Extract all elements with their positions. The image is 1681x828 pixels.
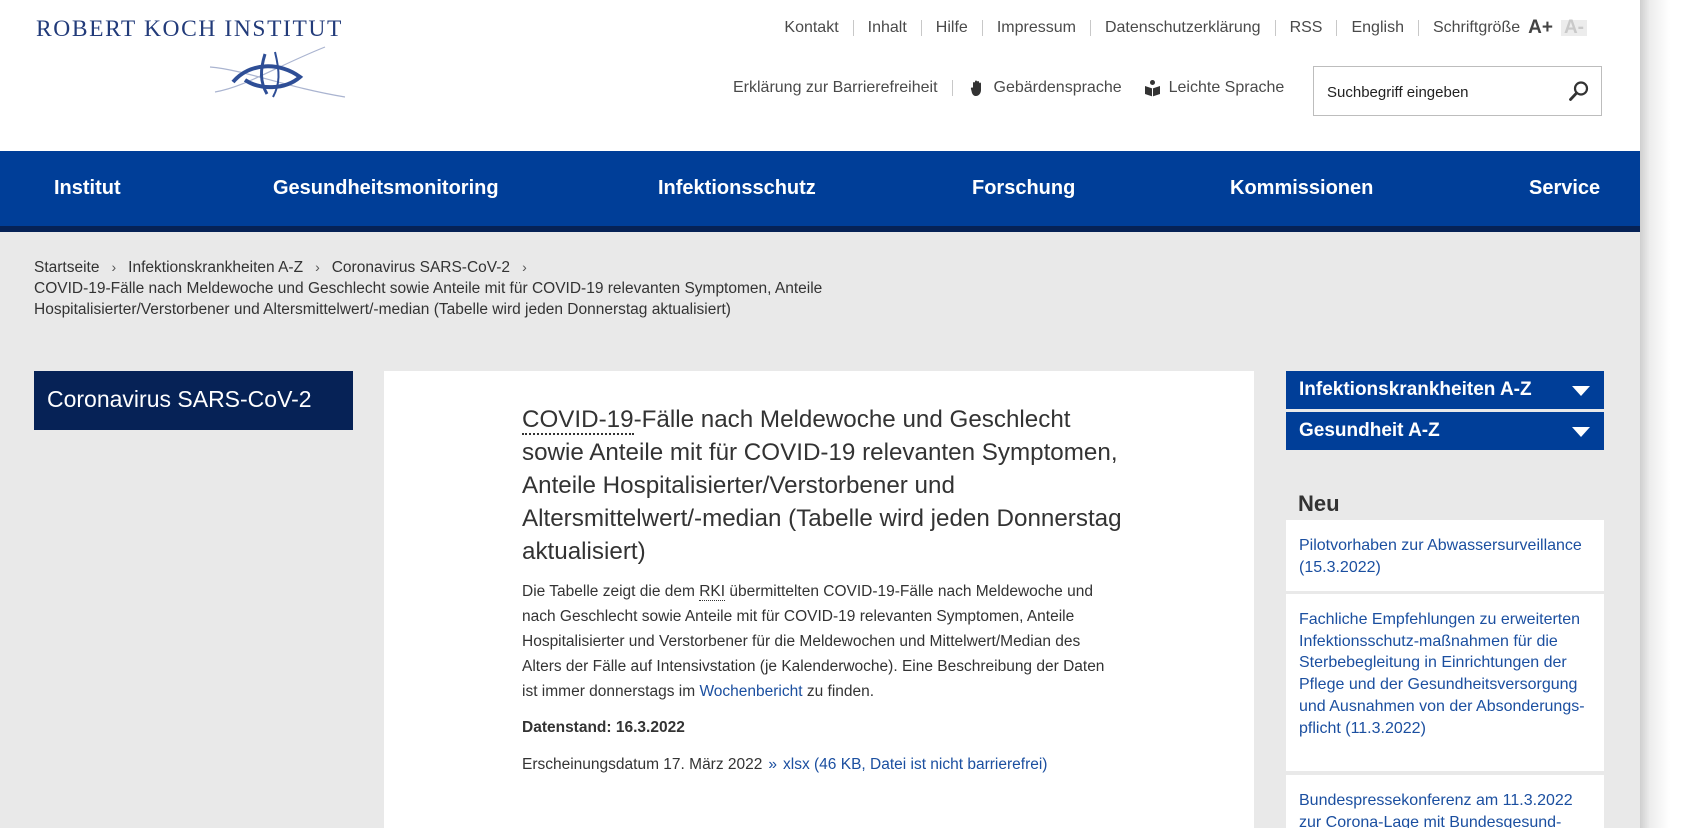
nav-gesundheitsmonitoring[interactable]: Gesundheitsmonitoring [273,177,499,200]
meta-nav-kontakt[interactable]: Kontakt [770,20,852,36]
accordion-label: Gesundheit A-Z [1299,420,1440,441]
font-size-label: Schriftgröße [1432,19,1521,36]
breadcrumb-current: COVID-19-Fälle nach Meldewoche und Gesch… [34,280,823,318]
meta-nav-hilfe[interactable]: Hilfe [920,20,982,36]
wochenbericht-link[interactable]: Wochenbericht [699,683,802,700]
separator [951,80,953,96]
meta-nav-rss[interactable]: RSS [1274,20,1337,36]
breadcrumb-startseite[interactable]: Startseite [34,257,99,278]
gebaerdensprache-link[interactable]: Gebärdensprache [969,79,1122,97]
meta-nav-inhalt[interactable]: Inhalt [852,20,921,36]
publication-date: Erscheinungsdatum 17. März 2022 [522,756,763,773]
search-input[interactable] [1327,82,1557,102]
rki-logo[interactable]: ROBERT KOCH INSTITUT [36,16,343,43]
accordion-infektionskrankheiten[interactable]: Infektionskrankheiten A-Z [1286,371,1604,409]
font-increase-button[interactable]: A+ [1528,18,1553,37]
header: ROBERT KOCH INSTITUT Kontakt Inhalt Hilf… [0,0,1640,151]
double-arrow-icon: » [768,756,778,773]
news-item[interactable]: Bundespressekonferenz am 11.3.2022 zur C… [1286,775,1604,828]
breadcrumb: Startseite › Infektionskrankheiten A-Z ›… [34,257,914,320]
main-content: COVID-19-Fälle nach Meldewoche und Gesch… [384,371,1254,828]
nav-infektionsschutz[interactable]: Infektionsschutz [658,177,816,200]
rki-abbr: RKI [699,583,726,601]
caret-down-icon [1572,386,1590,396]
article-text-part: Die Tabelle zeigt die dem [522,583,700,600]
sign-language-hand-icon [970,80,981,96]
news-item[interactable]: Pilotvorhaben zur Abwassersurveillance (… [1286,520,1604,591]
chevron-right-icon: › [522,259,527,275]
xlsx-download-link[interactable]: xlsx (46 KB, Datei ist nicht barrierefre… [783,756,1047,773]
nav-kommissionen[interactable]: Kommissionen [1230,177,1373,200]
accordion-label: Infektionskrankheiten A-Z [1299,379,1532,400]
rki-logo-mark-icon [209,46,346,98]
main-nav: Institut Gesundheitsmonitoring Infektion… [0,151,1640,232]
nav-service[interactable]: Service [1529,177,1600,200]
search-box [1313,66,1602,116]
meta-nav-datenschutz[interactable]: Datenschutzerklärung [1089,20,1275,36]
article-text-part: zu finden. [802,683,875,700]
gebaerdensprache-label: Gebärdensprache [993,79,1122,96]
meta-nav: Kontakt Inhalt Hilfe Impressum Datenschu… [770,17,1601,39]
leichte-sprache-link[interactable]: Leichte Sprache [1144,79,1285,97]
search-icon[interactable] [1567,79,1591,103]
breadcrumb-infektionskrankheiten[interactable]: Infektionskrankheiten A-Z [128,257,303,278]
page-title: COVID-19-Fälle nach Meldewoche und Gesch… [522,403,1122,568]
neu-heading: Neu [1298,491,1340,516]
chevron-right-icon: › [315,259,320,275]
barrierefreiheit-link[interactable]: Erklärung zur Barrierefreiheit [733,79,938,97]
news-item[interactable]: Fachliche Empfehlungen zu erweiterten In… [1286,594,1604,771]
accessibility-nav: Erklärung zur Barrierefreiheit Gebärdens… [733,78,1284,98]
easy-language-book-icon [1144,80,1160,97]
sidebar-title-coronavirus[interactable]: Coronavirus SARS-CoV-2 [34,371,353,430]
window-edge-shadow [1640,0,1681,828]
nav-forschung[interactable]: Forschung [972,177,1075,200]
breadcrumb-coronavirus[interactable]: Coronavirus SARS-CoV-2 [332,257,510,278]
font-size-control: Schriftgröße A+ A- [1417,18,1601,37]
publication-row: Erscheinungsdatum 17. März 2022 » xlsx (46… [522,752,1122,777]
caret-down-icon [1572,427,1590,437]
meta-nav-impressum[interactable]: Impressum [981,20,1090,36]
leichte-sprache-label: Leichte Sprache [1168,79,1285,96]
font-decrease-button[interactable]: A- [1560,18,1587,37]
data-stand: Datenstand: 16.3.2022 [522,719,685,736]
accordion-gesundheit[interactable]: Gesundheit A-Z [1286,412,1604,450]
article-description: Die Tabelle zeigt die dem RKI übermittel… [522,579,1122,704]
page: ROBERT KOCH INSTITUT Kontakt Inhalt Hilf… [0,0,1640,828]
meta-nav-english[interactable]: English [1336,20,1417,36]
nav-institut[interactable]: Institut [54,177,121,200]
chevron-right-icon: › [111,259,117,275]
covid-abbr: COVID-19 [522,406,634,435]
